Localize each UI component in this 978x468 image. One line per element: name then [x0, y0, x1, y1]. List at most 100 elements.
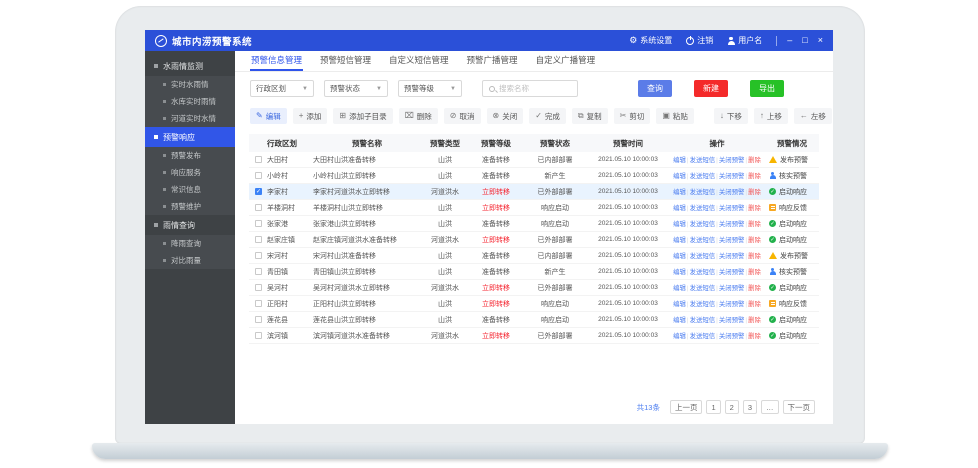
op-link-2[interactable]: 关闭预警	[719, 301, 745, 308]
table-row[interactable]: 张家港张家港山洪立即转移山洪准备转移响应启动2021.05.10 10:00:0…	[249, 216, 819, 232]
op-link-2[interactable]: 关闭预警	[719, 173, 745, 180]
row-checkbox[interactable]	[255, 252, 262, 259]
op-link-0[interactable]: 编辑	[673, 157, 686, 164]
op-link-1[interactable]: 发送短信	[690, 157, 716, 164]
user-menu-button[interactable]: 用户名	[727, 35, 762, 46]
toolbar-button-5[interactable]: ⊗关闭	[487, 108, 524, 124]
toolbar-button-12[interactable]: ←左移	[794, 108, 832, 124]
op-link-1[interactable]: 发送短信	[690, 237, 716, 244]
op-link-3[interactable]: 删除	[748, 317, 761, 324]
table-row[interactable]: 宋河村宋河村山洪准备转移山洪准备转移已内部部署2021.05.10 10:00:…	[249, 248, 819, 264]
row-checkbox[interactable]	[255, 300, 262, 307]
toolbar-button-8[interactable]: ✂剪切	[614, 108, 651, 124]
op-link-3[interactable]: 删除	[748, 237, 761, 244]
table-row[interactable]: 正阳村正阳村山洪立即转移山洪立即转移响应启动2021.05.10 10:00:0…	[249, 296, 819, 312]
op-link-0[interactable]: 编辑	[673, 269, 686, 276]
filter-select-0[interactable]: 行政区划▼	[250, 80, 314, 97]
op-link-1[interactable]: 发送短信	[690, 285, 716, 292]
op-link-2[interactable]: 关闭预警	[719, 269, 745, 276]
op-link-0[interactable]: 编辑	[673, 237, 686, 244]
next-page-button[interactable]: 下一页	[783, 400, 816, 414]
toolbar-button-1[interactable]: +添加	[293, 108, 328, 124]
page-button-1[interactable]: 1	[706, 400, 720, 414]
op-link-0[interactable]: 编辑	[673, 333, 686, 340]
toolbar-button-4[interactable]: ⊘取消	[444, 108, 481, 124]
op-link-2[interactable]: 关闭预警	[719, 317, 745, 324]
op-link-2[interactable]: 关闭预警	[719, 237, 745, 244]
ellipsis-button[interactable]: …	[761, 400, 779, 414]
filter-select-1[interactable]: 预警状态▼	[324, 80, 388, 97]
search-input[interactable]: 搜索名称	[482, 80, 578, 97]
op-link-1[interactable]: 发送短信	[690, 189, 716, 196]
op-link-3[interactable]: 删除	[748, 285, 761, 292]
row-checkbox[interactable]	[255, 220, 262, 227]
op-link-1[interactable]: 发送短信	[690, 173, 716, 180]
op-link-2[interactable]: 关闭预警	[719, 333, 745, 340]
tab-4[interactable]: 自定义广播管理	[535, 51, 597, 71]
op-link-1[interactable]: 发送短信	[690, 269, 716, 276]
row-checkbox[interactable]	[255, 316, 262, 323]
sidebar-group-2[interactable]: 雨情查询	[145, 215, 235, 235]
create-button[interactable]: 新建	[694, 80, 728, 97]
row-checkbox[interactable]	[255, 156, 262, 163]
sidebar-item-1-2[interactable]: 常识信息	[145, 181, 235, 198]
filter-select-2[interactable]: 预警等级▼	[398, 80, 462, 97]
table-row[interactable]: 大田村大田村山洪准备转移山洪准备转移已内部部署2021.05.10 10:00:…	[249, 152, 819, 168]
op-link-1[interactable]: 发送短信	[690, 205, 716, 212]
table-row[interactable]: 赵家庄镇赵家庄镇河道洪水准备转移河道洪水立即转移已外部部署2021.05.10 …	[249, 232, 819, 248]
op-link-0[interactable]: 编辑	[673, 189, 686, 196]
sidebar-group-1[interactable]: 预警响应	[145, 127, 235, 147]
toolbar-button-3[interactable]: ⌧删除	[399, 108, 438, 124]
toolbar-button-11[interactable]: ↑上移	[754, 108, 788, 124]
row-checkbox[interactable]	[255, 204, 262, 211]
table-row[interactable]: 滨河镇滨河镇河道洪水准备转移河道洪水立即转移已外部部署2021.05.10 10…	[249, 328, 819, 344]
page-button-3[interactable]: 3	[743, 400, 757, 414]
op-link-1[interactable]: 发送短信	[690, 333, 716, 340]
page-button-2[interactable]: 2	[725, 400, 739, 414]
sidebar-item-1-3[interactable]: 预警维护	[145, 198, 235, 215]
table-row[interactable]: 吴河村吴河村河道洪水立即转移河道洪水立即转移已外部部署2021.05.10 10…	[249, 280, 819, 296]
op-link-3[interactable]: 删除	[748, 333, 761, 340]
op-link-0[interactable]: 编辑	[673, 253, 686, 260]
op-link-3[interactable]: 删除	[748, 173, 761, 180]
op-link-2[interactable]: 关闭预警	[719, 157, 745, 164]
op-link-3[interactable]: 删除	[748, 157, 761, 164]
table-row[interactable]: 青田镇青田镇山洪立即转移山洪准备转移新产生2021.05.10 10:00:03…	[249, 264, 819, 280]
op-link-3[interactable]: 删除	[748, 205, 761, 212]
prev-page-button[interactable]: 上一页	[670, 400, 703, 414]
sidebar-item-1-1[interactable]: 响应服务	[145, 164, 235, 181]
close-button[interactable]: ×	[818, 36, 823, 45]
row-checkbox[interactable]	[255, 172, 262, 179]
toolbar-button-2[interactable]: ⊞添加子目录	[333, 108, 392, 124]
row-checkbox[interactable]: ✓	[255, 188, 262, 195]
op-link-1[interactable]: 发送短信	[690, 221, 716, 228]
toolbar-button-6[interactable]: ✓完成	[529, 108, 566, 124]
op-link-1[interactable]: 发送短信	[690, 253, 716, 260]
op-link-0[interactable]: 编辑	[673, 301, 686, 308]
row-checkbox[interactable]	[255, 268, 262, 275]
op-link-2[interactable]: 关闭预警	[719, 189, 745, 196]
op-link-3[interactable]: 删除	[748, 269, 761, 276]
logout-button[interactable]: 注销	[686, 35, 713, 46]
toolbar-button-7[interactable]: ⧉复制	[572, 108, 608, 124]
export-button[interactable]: 导出	[750, 80, 784, 97]
op-link-2[interactable]: 关闭预警	[719, 253, 745, 260]
op-link-0[interactable]: 编辑	[673, 205, 686, 212]
op-link-2[interactable]: 关闭预警	[719, 221, 745, 228]
op-link-2[interactable]: 关闭预警	[719, 205, 745, 212]
toolbar-button-9[interactable]: ▣粘贴	[656, 108, 694, 124]
sidebar-item-0-0[interactable]: 实时水雨情	[145, 76, 235, 93]
maximize-button[interactable]: □	[802, 36, 807, 45]
system-settings-button[interactable]: ⚙ 系统设置	[629, 35, 672, 46]
tab-2[interactable]: 自定义短信管理	[388, 51, 450, 71]
sidebar-item-1-0[interactable]: 预警发布	[145, 147, 235, 164]
tab-3[interactable]: 预警广播管理	[466, 51, 519, 71]
op-link-2[interactable]: 关闭预警	[719, 285, 745, 292]
op-link-1[interactable]: 发送短信	[690, 301, 716, 308]
sidebar-item-2-0[interactable]: 降雨查询	[145, 235, 235, 252]
tab-0[interactable]: 预警信息管理	[250, 51, 303, 71]
op-link-1[interactable]: 发送短信	[690, 317, 716, 324]
op-link-0[interactable]: 编辑	[673, 317, 686, 324]
op-link-3[interactable]: 删除	[748, 253, 761, 260]
row-checkbox[interactable]	[255, 236, 262, 243]
